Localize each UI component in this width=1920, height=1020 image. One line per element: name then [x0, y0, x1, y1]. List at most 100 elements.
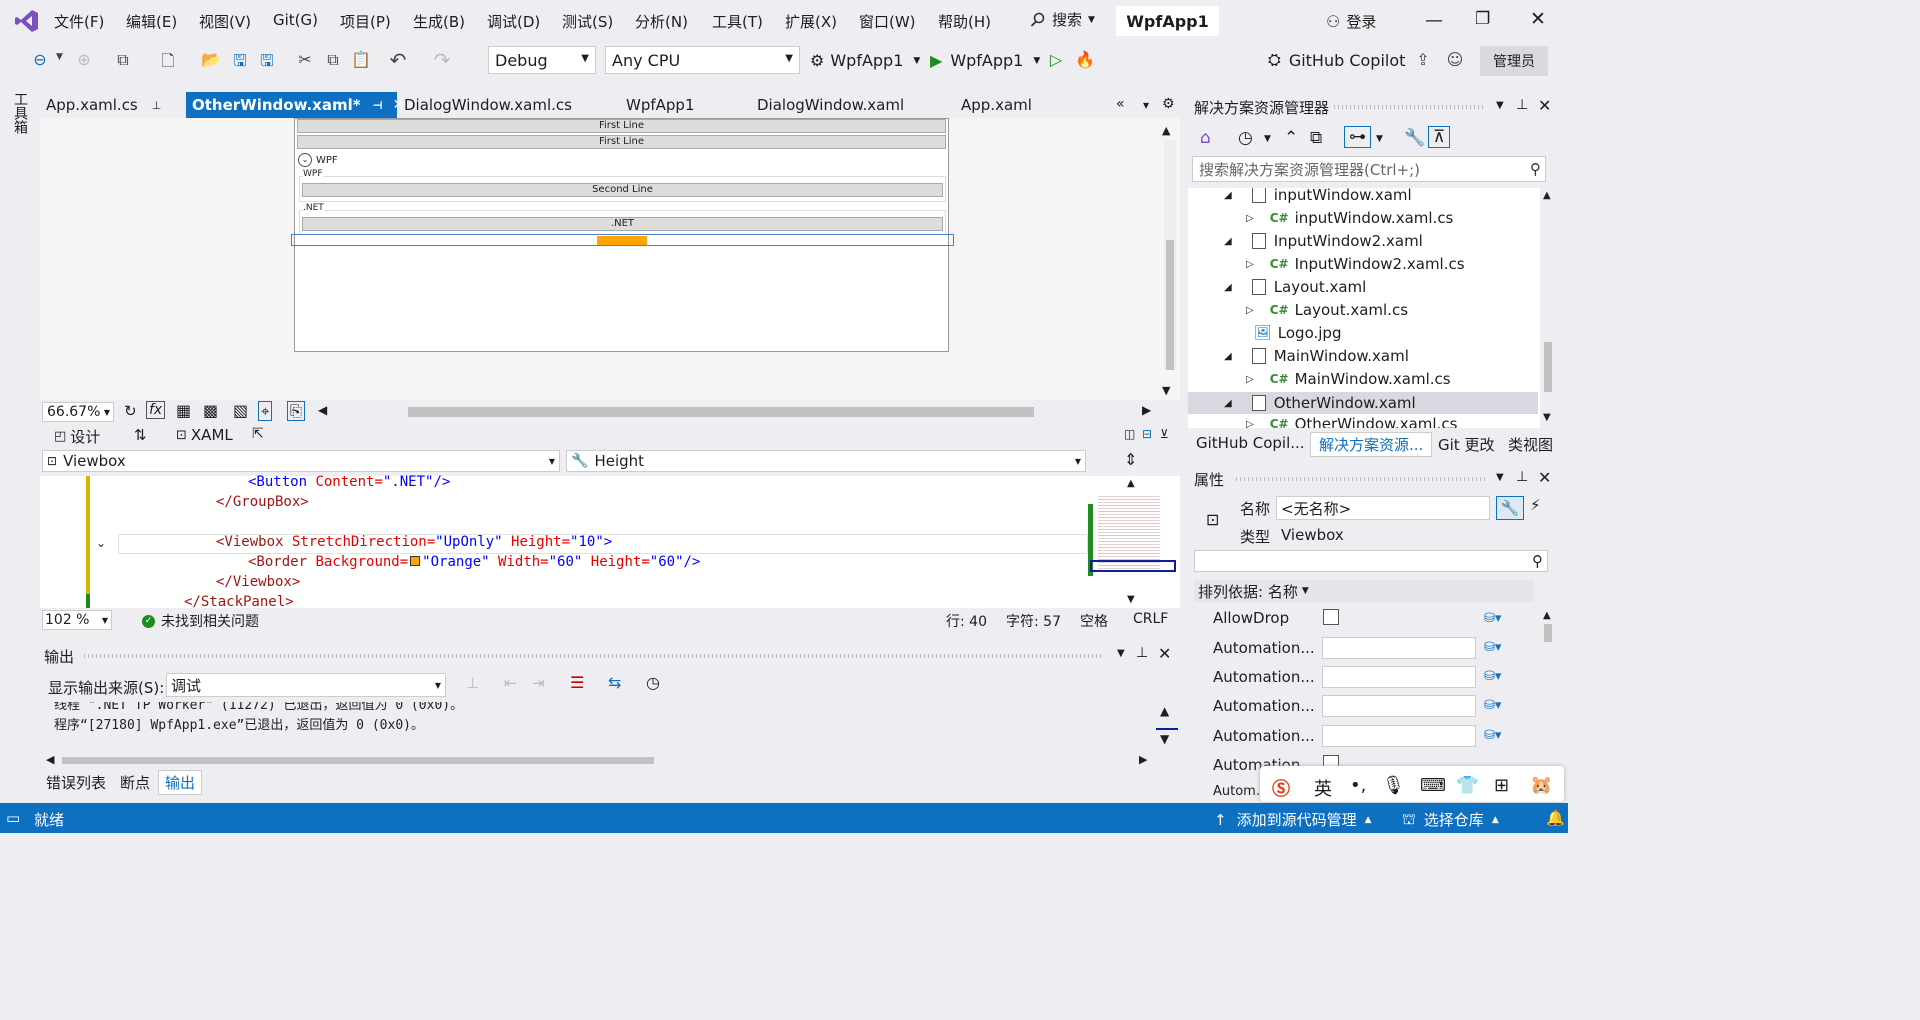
solution-search-input[interactable]: 搜索解决方案资源管理器(Ctrl+;) ⚲ [1192, 156, 1546, 182]
tree-item-mainwindow-xaml[interactable]: ◢ MainWindow.xaml [1224, 347, 1409, 365]
property-value-input[interactable] [1322, 637, 1476, 659]
toolbox-tab[interactable]: 工具箱 [10, 92, 30, 134]
tab-class-view[interactable]: 类视图 [1508, 434, 1553, 455]
save-icon[interactable]: 🖫 [229, 50, 251, 77]
chevron-down-icon[interactable]: ▼ [56, 52, 63, 62]
home-icon[interactable]: ⌂ [1200, 128, 1211, 148]
chevron-down-icon[interactable]: ▼ [1264, 134, 1271, 144]
data-binding-icon[interactable]: ⛁▾ [1484, 640, 1501, 655]
panel-options-icon[interactable]: ▼ [1496, 100, 1504, 111]
line-ending-indicator[interactable]: CRLF [1133, 611, 1168, 627]
tab-app-xaml[interactable]: App.xaml [955, 92, 1038, 118]
pin-icon[interactable]: ⊥ [1516, 469, 1528, 485]
property-value-input[interactable] [1322, 695, 1476, 717]
scroll-up-icon[interactable]: ▲ [1127, 478, 1135, 489]
startup-project-select[interactable]: ⚙ WpfApp1 ▼ [810, 51, 920, 70]
data-binding-icon[interactable]: ⛁▾ [1484, 669, 1501, 684]
chevron-down-icon[interactable]: ▼ [1376, 134, 1383, 144]
tree-item-inputwindow2-xaml-cs[interactable]: ▷ C# InputWindow2.xaml.cs [1246, 255, 1465, 273]
previous-message-icon[interactable]: ⇤ [504, 674, 517, 692]
tab-output[interactable]: 输出 [158, 770, 203, 795]
data-binding-icon[interactable]: ⛁▾ [1484, 611, 1501, 626]
copy-icon[interactable]: ⧉ [322, 50, 344, 70]
properties-wrench-icon[interactable]: 🔧 [1404, 128, 1425, 148]
horizontal-split-icon[interactable]: ⊟ [1142, 427, 1152, 441]
tab-app-xaml-cs[interactable]: App.xaml.cs ⊥ [40, 92, 167, 118]
close-icon[interactable]: ✕ [1538, 96, 1551, 115]
new-project-icon[interactable]: ⧉ [112, 50, 134, 70]
tab-solution-explorer[interactable]: 解决方案资源... [1310, 432, 1433, 457]
preview-first-line-button[interactable]: First Line [297, 119, 946, 133]
panel-options-icon[interactable]: ▼ [1117, 648, 1125, 659]
panel-grip[interactable] [1334, 105, 1486, 109]
scroll-down-icon[interactable]: ▼ [1160, 732, 1169, 746]
properties-scrollbar-thumb[interactable] [1544, 624, 1552, 642]
scroll-down-icon[interactable]: ▼ [1162, 384, 1170, 397]
tab-git-changes[interactable]: Git 更改 [1438, 434, 1494, 455]
data-binding-icon[interactable]: ⛁▾ [1484, 728, 1501, 743]
output-source-select[interactable]: 调试 ▼ [166, 673, 446, 697]
swap-panes-icon[interactable]: ⇅ [134, 426, 147, 444]
sort-by-dropdown[interactable]: 排列依据: 名称 ▼ [1194, 580, 1534, 602]
menu-git[interactable]: Git(G) [273, 11, 318, 29]
pending-changes-filter-icon[interactable]: ◷ [1238, 128, 1253, 148]
sync-with-active-document-icon[interactable]: ⊶ [1344, 126, 1371, 148]
menu-help[interactable]: 帮助(H) [938, 11, 991, 32]
next-message-icon[interactable]: ⇥ [532, 674, 545, 692]
preview-expander[interactable]: ⌄ WPF [298, 153, 338, 167]
open-folder-icon[interactable]: 📂 [200, 50, 222, 69]
split-editor-icon[interactable]: ⇕ [1124, 450, 1137, 469]
designer-horizontal-scrollbar-thumb[interactable] [408, 407, 1034, 417]
tab-breakpoints[interactable]: 断点 [120, 772, 150, 793]
restore-icon[interactable]: ❐ [1475, 9, 1490, 29]
cut-icon[interactable]: ✂ [294, 50, 316, 69]
undo-icon[interactable]: ↶ [387, 48, 409, 72]
tree-item-layout-xaml[interactable]: ◢ Layout.xaml [1224, 278, 1366, 296]
element-name-input[interactable]: <无名称> [1276, 496, 1490, 520]
editor-zoom-select[interactable]: 102 % ▼ [42, 610, 112, 630]
property-value-input[interactable] [1322, 666, 1476, 688]
solution-tree[interactable]: ◢ inputWindow.xaml ▷ C# inputWindow.xaml.cs… [1188, 188, 1540, 428]
sogou-logo-icon[interactable]: Ⓢ [1272, 775, 1290, 801]
add-item-icon[interactable]: 🗋 [157, 50, 179, 77]
word-wrap-icon[interactable]: ⇆ [608, 673, 621, 692]
skin-icon[interactable]: 👕 [1456, 775, 1478, 796]
solution-tree-scrollbar-thumb[interactable] [1544, 342, 1552, 392]
navigate-back-icon[interactable]: ⊖ [30, 50, 50, 69]
scroll-down-icon[interactable]: ▼ [1543, 412, 1551, 423]
tab-dialogwindow-xaml[interactable]: DialogWindow.xaml [751, 92, 910, 118]
effects-icon[interactable]: fx [146, 401, 166, 419]
property-selector[interactable]: 🔧 Height ▼ [566, 450, 1086, 472]
output-text-area[interactable]: 线程 ".NET TP Worker" (11272) 已退出，返回值为 0 (… [40, 702, 1156, 750]
tree-item-logo-jpg[interactable]: 🖼 Logo.jpg [1254, 324, 1341, 342]
properties-search-input[interactable]: ⚲ [1194, 550, 1548, 572]
data-binding-icon[interactable]: ⛁▾ [1484, 698, 1501, 713]
snap-lines-icon[interactable]: ⌖ [258, 401, 273, 421]
scroll-left-icon[interactable]: ◀ [318, 403, 327, 417]
feedback-icon[interactable]: ☺ [1444, 50, 1466, 69]
paste-icon[interactable]: 📋 [350, 50, 372, 69]
minimap-viewport[interactable] [1090, 560, 1176, 572]
xaml-code-editor[interactable]: ⌄ <Button Content=".NET"/> </GroupBox> <… [40, 474, 1180, 610]
menu-test[interactable]: 测试(S) [562, 11, 613, 32]
toolbox-grid-icon[interactable]: ⊞ [1494, 775, 1509, 796]
menu-project[interactable]: 项目(P) [340, 11, 391, 32]
tab-design[interactable]: ◰ 设计 [54, 426, 100, 447]
property-value-input[interactable] [1322, 725, 1476, 747]
scroll-down-icon[interactable]: ▼ [1127, 594, 1135, 605]
scroll-up-icon[interactable]: ▲ [1160, 704, 1169, 718]
tree-item-layout-xaml-cs[interactable]: ▷ C# Layout.xaml.cs [1246, 301, 1408, 319]
menu-analyze[interactable]: 分析(N) [635, 11, 688, 32]
designer-zoom-select[interactable]: 66.67% ▼ [42, 402, 114, 422]
tree-item-inputwindow-xaml[interactable]: ◢ inputWindow.xaml [1224, 188, 1412, 204]
popout-xaml-icon[interactable]: ⇱ [252, 426, 264, 442]
github-copilot-button[interactable]: ⛭ GitHub Copilot [1268, 50, 1405, 70]
pin-icon[interactable]: ⊣ [373, 99, 383, 112]
scroll-up-icon[interactable]: ▲ [1162, 124, 1170, 137]
tab-wpfapp1[interactable]: WpfApp1 [620, 92, 700, 118]
save-all-icon[interactable]: 🖫 [256, 50, 278, 77]
notifications-icon[interactable]: 🔔 [1546, 809, 1565, 827]
whitespace-indicator[interactable]: 空格 [1080, 611, 1108, 631]
ime-language-toggle[interactable]: 英 [1314, 775, 1332, 801]
grid-icon[interactable]: ▦ [176, 401, 191, 420]
